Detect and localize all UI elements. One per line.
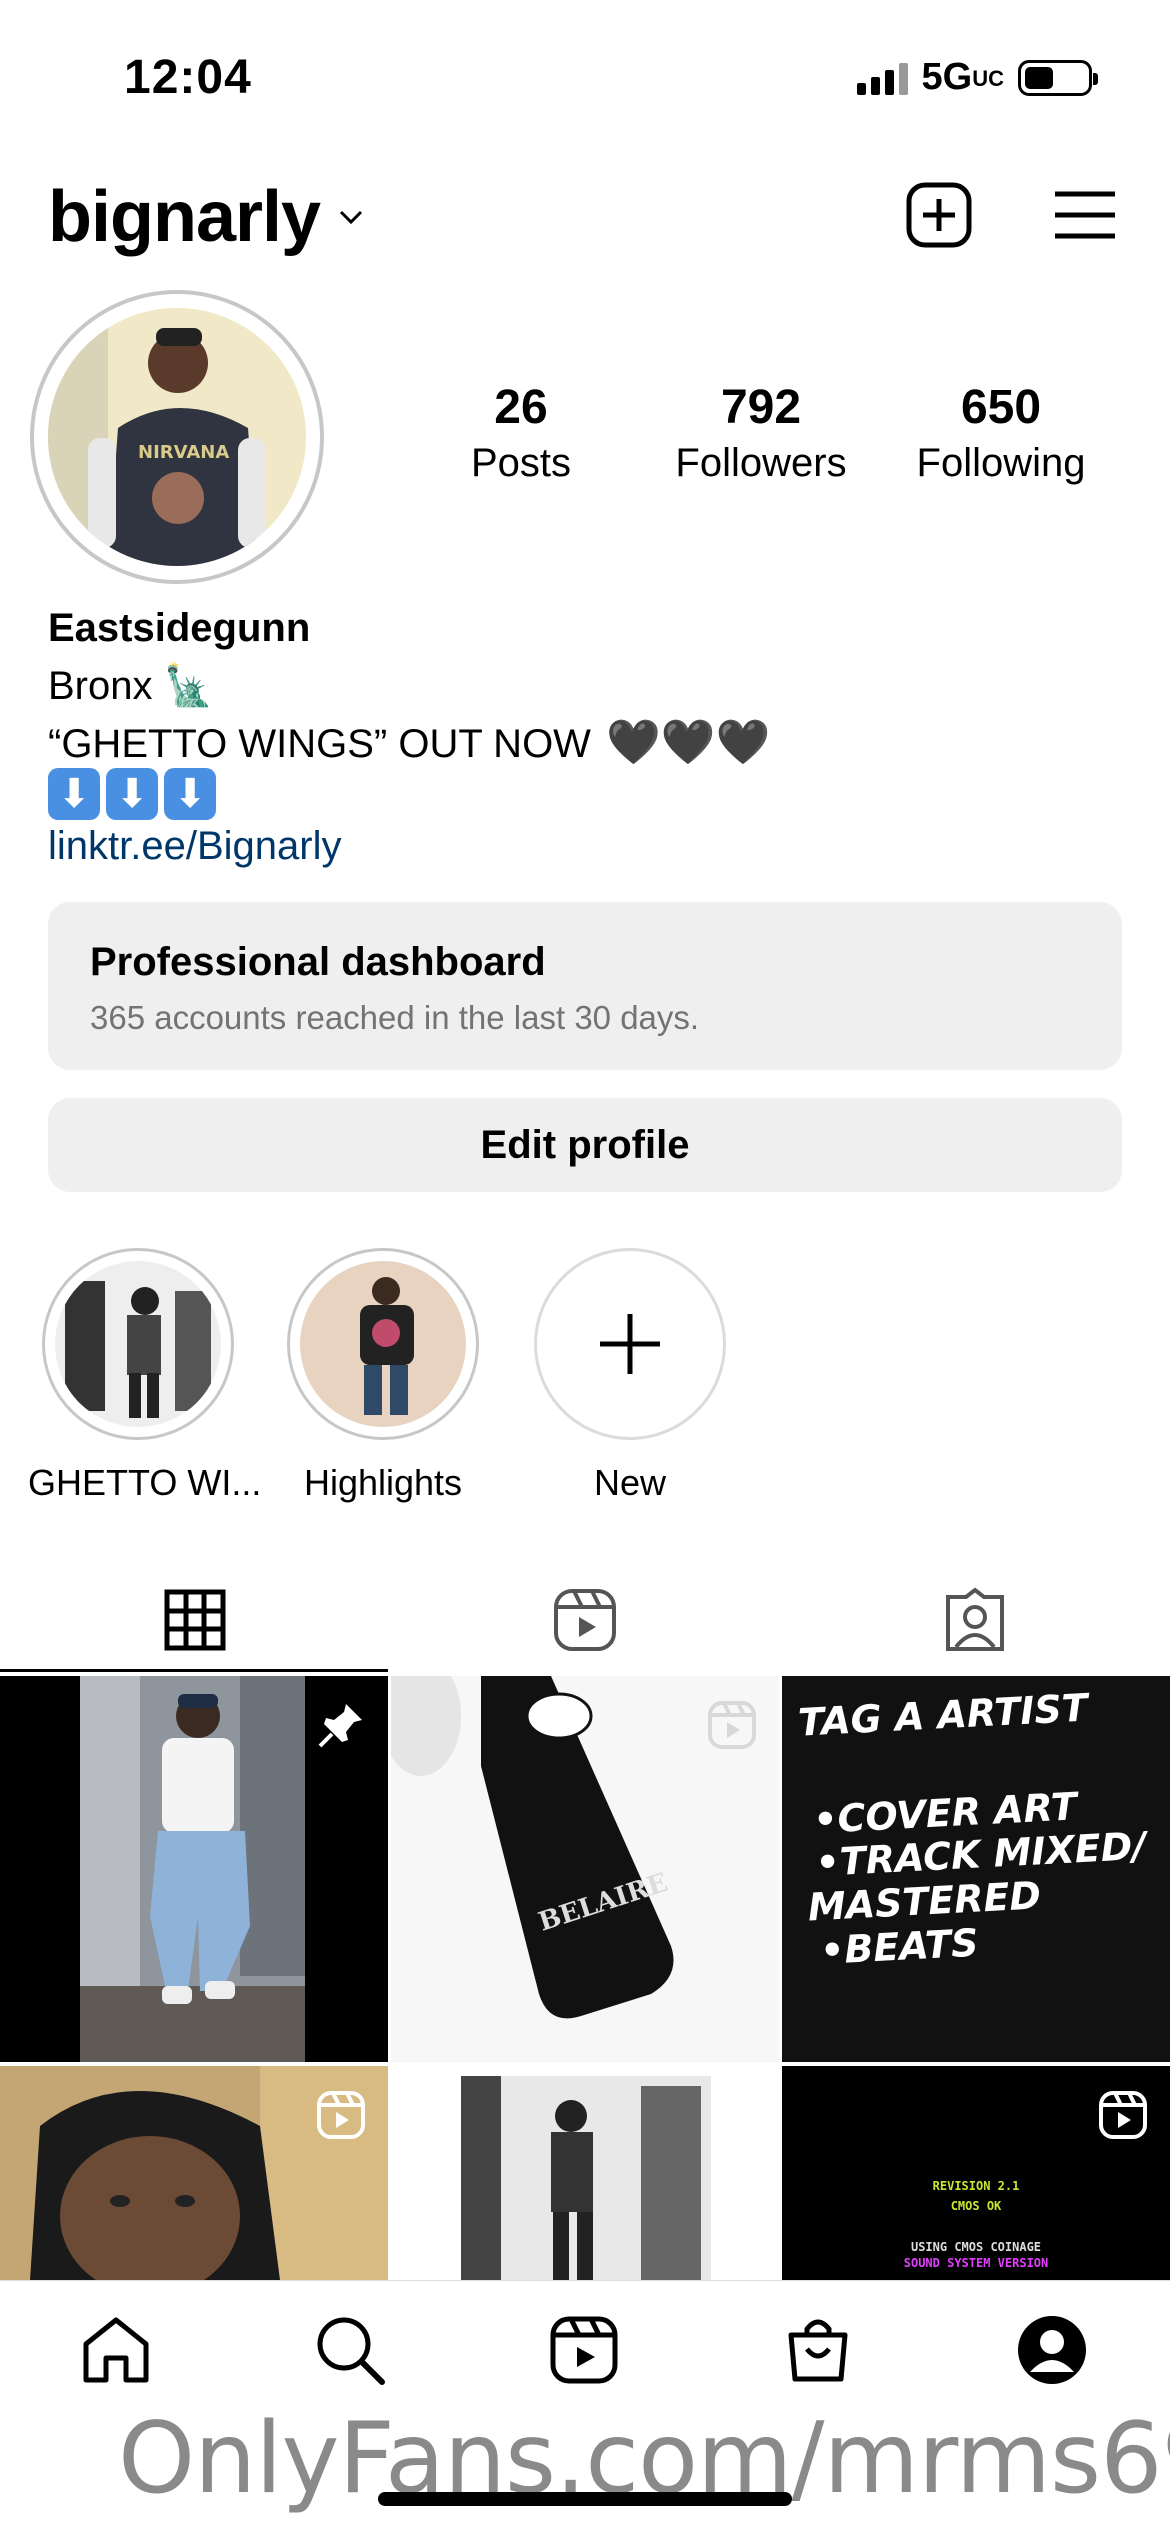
bio-line-location: Bronx 🗽 (48, 664, 214, 708)
highlight-label: Highlights (303, 1462, 463, 1503)
nav-profile[interactable] (1012, 2310, 1092, 2390)
highlight-highlights[interactable]: Highlights (273, 1248, 493, 1504)
post-tile[interactable]: BELAIRE (391, 1676, 779, 2062)
nav-shop[interactable] (778, 2310, 858, 2390)
nav-home[interactable] (76, 2310, 156, 2390)
reels-icon (550, 2316, 618, 2384)
highlight-cover (55, 1261, 221, 1427)
post-text: SOUND SYSTEM VERSION (903, 2255, 1049, 2270)
home-indicator (378, 2492, 792, 2506)
active-tab-indicator (0, 1669, 388, 1672)
professional-dashboard[interactable]: Professional dashboard 365 accounts reac… (48, 902, 1122, 1070)
posts-label: Posts (470, 441, 572, 485)
chevron-down-icon (340, 210, 363, 225)
following-label: Following (916, 441, 1086, 485)
bio-arrows: ⬇ ⬇ ⬇ (48, 768, 222, 820)
followers-count: 792 (720, 381, 802, 434)
nav-reels[interactable] (544, 2310, 624, 2390)
network-label: 5GUC (921, 56, 1004, 98)
posts-count: 26 (494, 381, 548, 434)
post-text: REVISION 2.1 (932, 2179, 1020, 2193)
edit-profile-button[interactable]: Edit profile (48, 1098, 1122, 1192)
svg-text:NIRVANA: NIRVANA (138, 442, 229, 463)
dashboard-subtitle: 365 accounts reached in the last 30 days… (90, 999, 700, 1036)
plus-icon (600, 1314, 660, 1374)
following-count: 650 (960, 381, 1042, 434)
bio-line-release: “GHETTO WINGS” OUT NOW 🖤🖤🖤 (48, 716, 770, 768)
reel-badge-icon (317, 2091, 365, 2139)
status-time: 12:04 (124, 51, 252, 104)
home-icon (83, 2317, 149, 2383)
nav-search[interactable] (310, 2310, 390, 2390)
search-icon (317, 2317, 385, 2385)
new-highlight-button[interactable]: New (520, 1248, 740, 1504)
tab-reels[interactable] (390, 1570, 780, 1670)
menu-button[interactable] (1048, 178, 1122, 252)
followers-label: Followers (675, 441, 847, 485)
plus-square-icon (906, 182, 972, 248)
status-indicators: 5GUC (856, 56, 1098, 99)
reels-icon (554, 1589, 616, 1651)
pin-icon (318, 1704, 362, 1748)
create-button[interactable] (902, 178, 976, 252)
signal-icon (856, 61, 908, 95)
grid-icon (164, 1589, 226, 1651)
post-tile[interactable]: REVISION 2.1 CMOS OK USING CMOS COINAGE … (782, 2066, 1170, 2280)
stat-following[interactable]: 650 Following (886, 380, 1116, 486)
dashboard-title: Professional dashboard (90, 940, 546, 984)
post-text: CMOS OK (950, 2199, 1002, 2214)
profile-icon (1018, 2316, 1086, 2384)
stat-posts[interactable]: 26 Posts (406, 380, 636, 486)
tab-tagged[interactable] (780, 1570, 1170, 1670)
stat-followers[interactable]: 792 Followers (646, 380, 876, 486)
bio-link[interactable]: linktr.ee/Bignarly (48, 824, 341, 869)
bio-release-text: “GHETTO WINGS” OUT NOW (48, 722, 591, 766)
down-arrow-emoji: ⬇ (164, 768, 216, 820)
account-switcher[interactable]: bignarly (48, 176, 364, 258)
down-arrow-emoji: ⬇ (106, 768, 158, 820)
post-tile[interactable]: TAG A ARTIST •COVER ART •TRACK MIXED/ MA… (782, 1676, 1170, 2062)
battery-icon (1018, 59, 1098, 96)
post-text: USING CMOS COINAGE (910, 2240, 1042, 2254)
post-tile[interactable] (391, 2066, 779, 2280)
highlight-cover (300, 1261, 466, 1427)
tagged-person-icon (946, 1587, 1004, 1651)
post-tile[interactable] (0, 2066, 388, 2280)
profile-avatar[interactable]: NIRVANA (30, 290, 324, 584)
post-tile[interactable] (0, 1676, 388, 2062)
black-hearts-emoji: 🖤🖤🖤 (606, 718, 771, 767)
down-arrow-emoji: ⬇ (48, 768, 100, 820)
tab-grid[interactable] (0, 1570, 390, 1670)
highlight-ghetto-wings[interactable]: GHETTO WI... (28, 1248, 262, 1504)
hamburger-menu-icon (1055, 191, 1115, 239)
username-title: bignarly (48, 177, 321, 257)
highlight-label: GHETTO WI... (28, 1462, 262, 1503)
reel-badge-icon (708, 1701, 756, 1749)
highlight-label: New (593, 1462, 667, 1503)
profile-name: Eastsidegunn (48, 606, 311, 650)
avatar-photo: NIRVANA (48, 308, 306, 566)
reel-badge-icon (1099, 2091, 1147, 2139)
shop-icon (788, 2319, 848, 2382)
